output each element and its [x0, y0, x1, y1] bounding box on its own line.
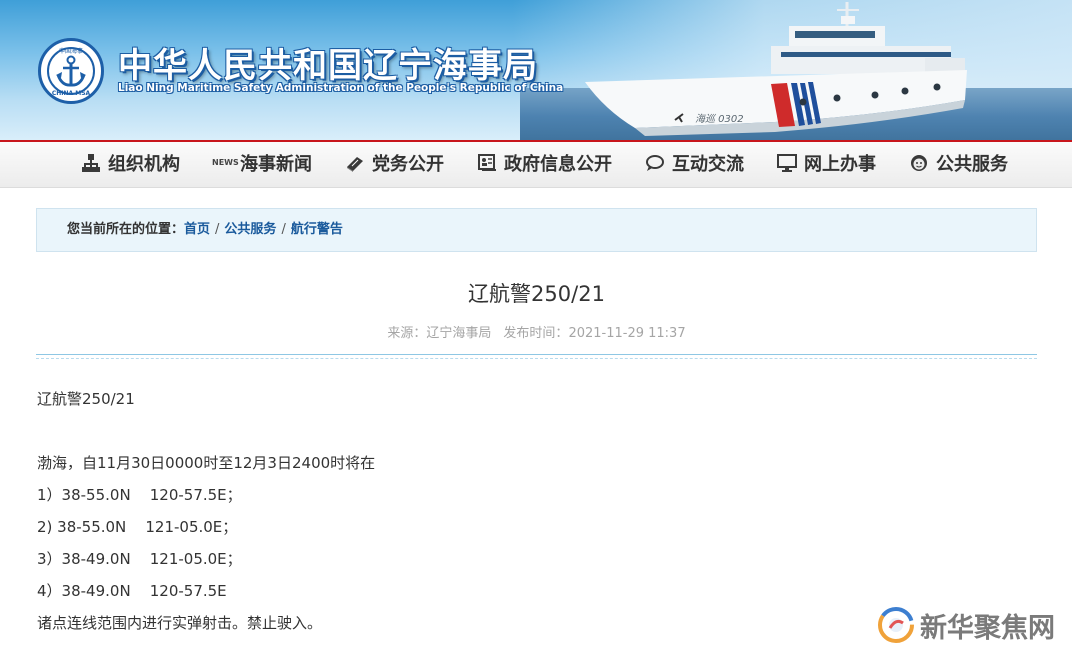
article-publish-time: 2021-11-29 11:37	[568, 326, 686, 341]
news-icon-text: NEWS	[212, 158, 239, 167]
article-source: 辽宁海事局	[426, 326, 492, 341]
nav-item-label: 政府信息公开	[504, 154, 612, 175]
nav-item-label: 组织机构	[108, 154, 180, 175]
article-body-point: 4）38-49.0N 120-57.5E	[37, 582, 227, 600]
nav-item-label: 海事新闻	[240, 154, 312, 175]
watermark-logo-icon	[878, 607, 914, 643]
nav-item-interaction[interactable]: 互动交流	[644, 142, 744, 188]
article-time-label: 发布时间：	[503, 326, 569, 341]
book-icon	[344, 152, 366, 174]
nav-item-public-service[interactable]: 公共服务	[908, 142, 1008, 188]
nav-item-label: 党务公开	[372, 154, 444, 175]
site-subtitle: Liao Ning Maritime Safety Administration…	[118, 82, 564, 94]
service-face-icon	[908, 152, 930, 174]
emblem-text-en: CHINA MSA	[51, 90, 91, 97]
article-body-point: 3）38-49.0N 121-05.0E；	[37, 550, 242, 568]
article-body-conclusion: 诸点连线范围内进行实弹射击。禁止驶入。	[37, 614, 323, 632]
nav-item-label: 互动交流	[672, 154, 744, 175]
breadcrumb-label: 您当前所在的位置：	[67, 222, 185, 237]
site-header-banner: 中国海事 CHINA MSA 中华人民共和国辽宁海事局 Liao Ning Ma…	[0, 0, 1072, 140]
anchor-icon	[56, 55, 86, 87]
article-body-intro: 渤海，自11月30日0000时至12月3日2400时将在	[37, 454, 376, 472]
article-divider	[36, 354, 1037, 355]
breadcrumb-separator: /	[215, 222, 220, 237]
nav-item-party-affairs[interactable]: 党务公开	[344, 142, 444, 188]
chat-icon	[644, 152, 666, 174]
article-divider-dashed	[36, 358, 1037, 359]
msa-emblem-logo[interactable]: 中国海事 CHINA MSA	[38, 38, 104, 104]
patrol-ship-illustration: 海巡 0302	[585, 2, 967, 136]
monitor-icon	[776, 152, 798, 174]
nav-item-organization[interactable]: 组织机构	[80, 142, 180, 188]
breadcrumb-link-home[interactable]: 首页	[184, 222, 210, 237]
info-card-icon	[476, 152, 498, 174]
xinhua-watermark: 新华聚焦网	[876, 604, 1072, 644]
ship-hull-text: 海巡 0302	[695, 113, 744, 125]
breadcrumb-separator: /	[281, 222, 286, 237]
breadcrumb-link-public-service[interactable]: 公共服务	[224, 222, 276, 237]
breadcrumb-link-navigation-warning[interactable]: 航行警告	[291, 222, 343, 237]
nav-item-label: 公共服务	[936, 154, 1008, 175]
article-source-label: 来源：	[387, 326, 427, 341]
org-chart-icon	[80, 152, 102, 174]
article-body-point: 2) 38-55.0N 121-05.0E；	[37, 518, 238, 536]
main-navigation: 组织机构 NEWS 海事新闻 党务公开 政府信息公开 互动交流 网上办事 公共服…	[0, 140, 1072, 188]
site-title[interactable]: 中华人民共和国辽宁海事局	[118, 38, 538, 87]
article-body-point: 1）38-55.0N 120-57.5E；	[37, 486, 242, 504]
article-body-code: 辽航警250/21	[37, 390, 135, 408]
news-icon: NEWS	[212, 152, 239, 174]
article-meta: 来源：辽宁海事局 发布时间：2021-11-29 11:37	[36, 322, 1037, 341]
breadcrumb: 您当前所在的位置：首页 / 公共服务 / 航行警告	[36, 208, 1037, 252]
nav-item-news[interactable]: NEWS 海事新闻	[212, 142, 312, 188]
nav-item-label: 网上办事	[804, 154, 876, 175]
article-title: 辽航警250/21	[468, 282, 605, 306]
watermark-text: 新华聚焦网	[920, 613, 1055, 644]
nav-item-online-service[interactable]: 网上办事	[776, 142, 876, 188]
nav-item-gov-info[interactable]: 政府信息公开	[476, 142, 612, 188]
